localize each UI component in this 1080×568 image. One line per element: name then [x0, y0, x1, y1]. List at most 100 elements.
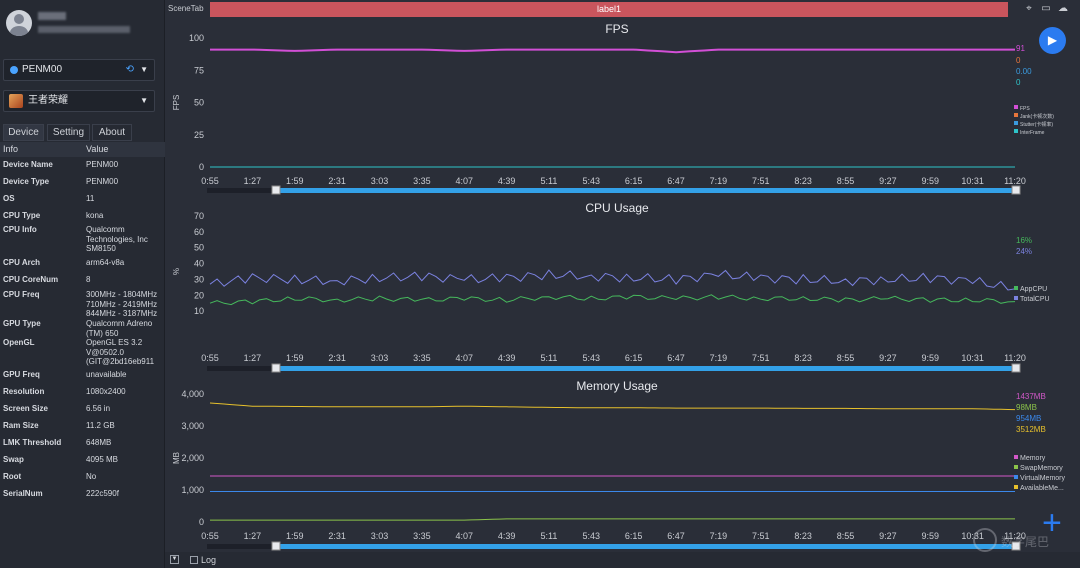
- watermark-logo: [973, 528, 997, 552]
- series-line-availablememory: [209, 402, 1016, 411]
- range-slider-handle: [271, 185, 281, 195]
- x-tick-label: 7:19: [710, 353, 728, 363]
- location-icon[interactable]: ⌖: [1023, 3, 1035, 15]
- legend-swatch: [1014, 296, 1018, 300]
- info-value: 11.2 GB: [86, 421, 115, 430]
- range-slider-handle: [271, 541, 281, 551]
- x-tick-label: 4:07: [455, 176, 473, 186]
- charts-canvas: FPSFPS02550751000:55 1:27 1:59 2:31 3:03 3:35…: [172, 22, 1065, 551]
- info-value: 11: [86, 194, 95, 203]
- x-tick-label: 3:03: [371, 531, 389, 541]
- x-tick-label: 6:15: [625, 176, 643, 186]
- info-value: arm64-v8a: [86, 258, 125, 267]
- legend-label: TotalCPU: [1020, 296, 1050, 303]
- avatar[interactable]: [6, 10, 32, 36]
- x-tick-label: 4:07: [455, 531, 473, 541]
- x-tick-label: 7:51: [752, 176, 770, 186]
- y-tick-label: 2,000: [181, 453, 204, 463]
- y-axis-label: FPS: [172, 95, 181, 111]
- info-key: Device Name: [3, 160, 53, 169]
- y-tick-label: 20: [194, 290, 204, 300]
- x-tick-label: 2:31: [328, 531, 346, 541]
- info-key: Resolution: [3, 387, 45, 396]
- user-profile[interactable]: [0, 0, 165, 54]
- x-tick-label: 5:11: [541, 531, 558, 541]
- info-key: Ram Size: [3, 421, 39, 430]
- y-tick-label: 70: [194, 211, 204, 221]
- x-tick-label: 2:31: [328, 353, 346, 363]
- x-tick-label: 2:31: [328, 176, 346, 186]
- series-line-fps: [210, 48, 1015, 54]
- x-tick-label: 4:39: [498, 531, 516, 541]
- sidebar-tabs: Device Setting About: [3, 124, 163, 141]
- x-tick-label: 1:27: [244, 353, 262, 363]
- tab-about[interactable]: About: [92, 124, 132, 141]
- x-tick-label: 11:20: [1004, 176, 1026, 186]
- x-tick-label: 9:59: [921, 531, 939, 541]
- legend-label: Stutter(卡顿率): [1020, 121, 1053, 128]
- label-bar[interactable]: label1: [210, 2, 1008, 17]
- x-tick-label: 9:27: [879, 353, 897, 363]
- info-key: SerialNum: [3, 489, 43, 498]
- log-expand-icon[interactable]: ▼: [170, 555, 179, 564]
- y-tick-label: 60: [194, 227, 204, 237]
- cloud-icon[interactable]: ☁: [1057, 3, 1069, 15]
- current-value-label: 0.00: [1016, 67, 1032, 76]
- x-tick-label: 1:59: [286, 531, 304, 541]
- current-value-label: 98MB: [1016, 403, 1037, 412]
- play-button[interactable]: ▶: [1039, 27, 1066, 54]
- info-value: 222c590f: [86, 489, 119, 498]
- info-value: OpenGL ES 3.2 V@0502.0 (GIT@2bd16eb911: [86, 338, 155, 366]
- app-dropdown[interactable]: 王者荣耀 ▼: [3, 90, 155, 112]
- log-label: Log: [201, 555, 217, 565]
- info-value: 4095 MB: [86, 455, 119, 464]
- x-tick-label: 8:23: [794, 176, 812, 186]
- x-tick-label: 5:43: [583, 353, 601, 363]
- device-dropdown[interactable]: PENM00 ⟲ ▼: [3, 59, 155, 81]
- x-tick-label: 7:51: [752, 531, 770, 541]
- y-tick-label: 1,000: [181, 485, 204, 495]
- x-tick-label: 5:11: [541, 176, 558, 186]
- legend-swatch: [1014, 455, 1018, 459]
- legend-swatch: [1014, 121, 1018, 125]
- link-icon[interactable]: ⟲: [126, 60, 134, 80]
- info-value: unavailable: [86, 370, 127, 379]
- legend-label: InterFrame: [1020, 130, 1045, 136]
- legend-label: AppCPU: [1020, 286, 1047, 293]
- info-key: GPU Type: [3, 319, 41, 328]
- range-slider-selection: [275, 188, 1018, 193]
- x-tick-label: 4:39: [498, 353, 516, 363]
- x-tick-label: 7:19: [710, 176, 728, 186]
- x-tick-label: 4:39: [498, 176, 516, 186]
- series-line-swapmemory: [210, 518, 1015, 521]
- series-line-totalcpu: [209, 269, 1016, 291]
- legend-label: AvailableMe...: [1020, 485, 1064, 492]
- y-axis-label: %: [172, 268, 181, 275]
- y-tick-label: 40: [194, 259, 204, 269]
- x-tick-label: 6:15: [625, 531, 643, 541]
- info-key: CPU Arch: [3, 258, 41, 267]
- x-tick-label: 9:27: [879, 176, 897, 186]
- y-tick-label: 25: [194, 130, 204, 140]
- range-slider-handle: [271, 363, 281, 373]
- info-value: PENM00: [86, 177, 119, 186]
- chart-title: FPS: [605, 22, 628, 36]
- x-tick-label: 1:59: [286, 176, 304, 186]
- scene-tab[interactable]: SceneTab: [165, 0, 209, 18]
- x-tick-label: 1:59: [286, 353, 304, 363]
- info-key: CPU Info: [3, 225, 37, 234]
- x-tick-label: 5:43: [583, 531, 601, 541]
- series-line-appcpu: [209, 294, 1016, 306]
- folder-icon[interactable]: ▭: [1040, 3, 1052, 15]
- tab-device[interactable]: Device: [3, 124, 44, 141]
- log-checkbox[interactable]: [190, 556, 198, 564]
- chart-title: CPU Usage: [585, 201, 649, 215]
- current-value-label: 1437MB: [1016, 392, 1046, 401]
- x-tick-label: 3:03: [371, 353, 389, 363]
- x-tick-label: 8:55: [837, 531, 855, 541]
- legend-swatch: [1014, 129, 1018, 133]
- tab-setting[interactable]: Setting: [47, 124, 90, 141]
- x-tick-label: 9:27: [879, 531, 897, 541]
- legend-swatch: [1014, 465, 1018, 469]
- x-tick-label: 9:59: [921, 353, 939, 363]
